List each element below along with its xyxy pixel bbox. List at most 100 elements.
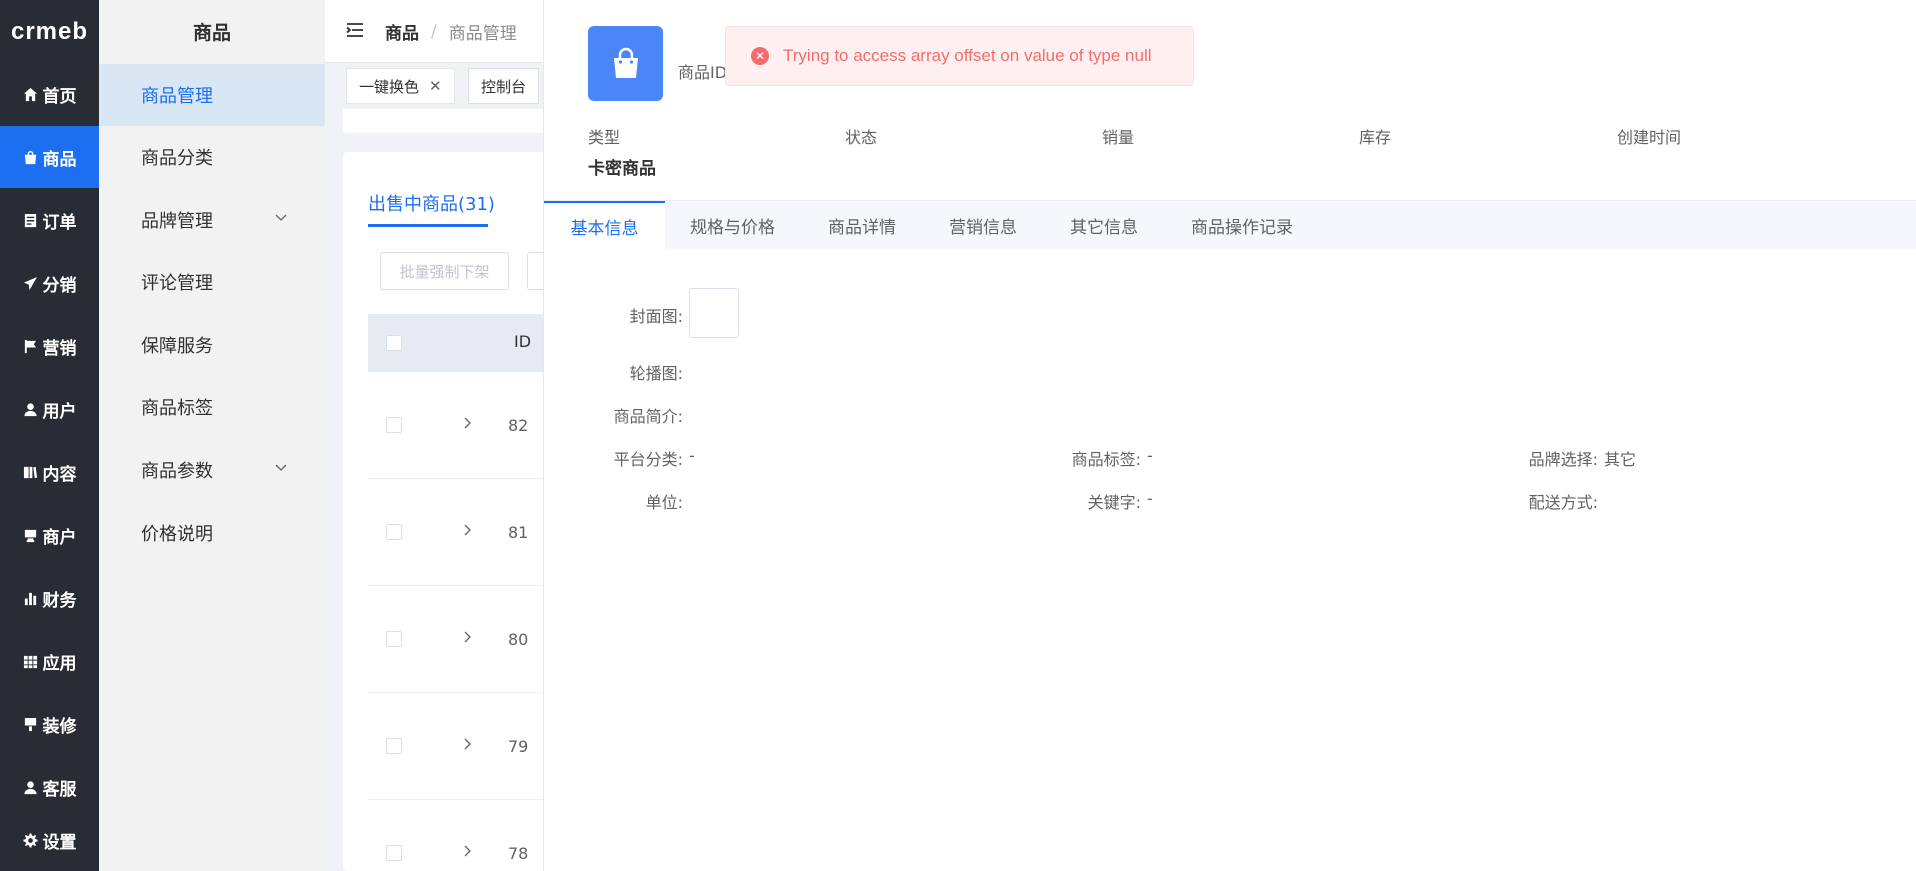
- menu-toggle-icon[interactable]: [346, 21, 364, 39]
- breadcrumb-separator: /: [431, 21, 437, 42]
- rail-label: 营销: [42, 338, 77, 359]
- subnav-title: 商品: [192, 22, 231, 44]
- send-icon: [23, 276, 38, 291]
- grid-icon: [23, 654, 38, 669]
- rail-label: 用户: [42, 401, 77, 422]
- rail-item-marketing[interactable]: 营销: [0, 315, 99, 377]
- platform-category-value: -: [689, 446, 695, 465]
- subnav-item-label: 商品参数: [141, 461, 213, 482]
- tag-label: 控制台: [481, 77, 527, 96]
- main-rail: crmeb 首页 商品 订单 分销 营销 用户 内容 商户 财务 应用 装修 客…: [0, 0, 99, 871]
- subnav-item-guarantee-service[interactable]: 保障服务: [99, 314, 325, 376]
- row-id: 82: [508, 416, 529, 435]
- service-icon: [23, 780, 38, 795]
- tab-basic-info[interactable]: 基本信息: [544, 201, 665, 250]
- book-icon: [23, 465, 38, 480]
- cover-label: 封面图:: [629, 307, 683, 326]
- tag-dashboard[interactable]: 控制台: [468, 68, 540, 104]
- subnav-item-product-management[interactable]: 商品管理: [99, 64, 325, 126]
- cover-image[interactable]: [689, 288, 739, 338]
- expand-chevron-icon[interactable]: [460, 844, 474, 858]
- rail-label: 应用: [42, 653, 77, 674]
- rail-label: 分销: [42, 275, 77, 296]
- subnav-item-label: 评论管理: [141, 273, 213, 294]
- tag-label: 一键换色: [359, 77, 420, 96]
- batch-force-offline-button[interactable]: 批量强制下架: [380, 252, 509, 290]
- tab-other-info[interactable]: 其它信息: [1070, 201, 1138, 250]
- error-toast: ✕ Trying to access array offset on value…: [725, 26, 1194, 86]
- rail-item-users[interactable]: 用户: [0, 378, 99, 440]
- expand-chevron-icon[interactable]: [460, 523, 474, 537]
- product-id-label: 商品ID: [678, 63, 728, 82]
- row-id: 78: [508, 844, 529, 863]
- meta-sales-label: 销量: [1102, 128, 1135, 147]
- expand-chevron-icon[interactable]: [460, 416, 474, 430]
- rail-item-decoration[interactable]: 装修: [0, 693, 99, 755]
- expand-chevron-icon[interactable]: [460, 630, 474, 644]
- brand-label: 品牌选择:: [1528, 450, 1598, 469]
- subnav-item-label: 商品管理: [141, 86, 213, 107]
- rail-label: 订单: [42, 212, 77, 233]
- bag-icon: [23, 150, 38, 165]
- subnav-item-label: 价格说明: [141, 524, 213, 545]
- detail-tabs: 基本信息 规格与价格 商品详情 营销信息 其它信息 商品操作记录: [544, 200, 1916, 250]
- tab-on-sale[interactable]: 出售中商品(31): [368, 190, 495, 216]
- flag-icon: [23, 339, 38, 354]
- subnav-item-price-description[interactable]: 价格说明: [99, 502, 325, 564]
- rail-item-apps[interactable]: 应用: [0, 630, 99, 692]
- product-tags-label: 商品标签:: [1071, 450, 1141, 469]
- subnav-item-review-management[interactable]: 评论管理: [99, 251, 325, 313]
- tab-underline: [368, 224, 488, 227]
- rail-item-home[interactable]: 首页: [0, 63, 99, 125]
- row-checkbox[interactable]: [386, 631, 402, 647]
- product-detail-drawer: 商品ID 类型 状态 销量 库存 创建时间 卡密商品 基本信息 规格与价格 商品…: [543, 0, 1916, 871]
- chevron-down-icon: [275, 214, 287, 221]
- id-column-header: ID: [514, 332, 532, 351]
- keywords-label: 关键字:: [1087, 493, 1141, 512]
- product-thumbnail: [588, 26, 663, 101]
- row-checkbox[interactable]: [386, 417, 402, 433]
- brand-logo[interactable]: crmeb: [0, 0, 99, 63]
- unit-label: 单位:: [645, 493, 683, 512]
- rail-item-merchants[interactable]: 商户: [0, 504, 99, 566]
- subnav-item-product-tags[interactable]: 商品标签: [99, 376, 325, 438]
- rail-item-content[interactable]: 内容: [0, 441, 99, 503]
- rail-item-finance[interactable]: 财务: [0, 567, 99, 629]
- row-id: 81: [508, 523, 529, 542]
- rail-item-distribution[interactable]: 分销: [0, 252, 99, 314]
- tab-product-details[interactable]: 商品详情: [828, 201, 896, 250]
- breadcrumb: 商品 / 商品管理: [385, 0, 517, 63]
- close-icon[interactable]: ✕: [429, 77, 442, 95]
- tab-operation-log[interactable]: 商品操作记录: [1191, 201, 1293, 250]
- rail-label: 内容: [42, 464, 77, 485]
- rail-item-products[interactable]: 商品: [0, 126, 99, 188]
- home-icon: [23, 87, 38, 102]
- rail-item-settings[interactable]: 设置: [0, 809, 99, 871]
- select-all-checkbox[interactable]: [386, 335, 402, 351]
- breadcrumb-item[interactable]: 商品: [385, 19, 419, 44]
- tab-marketing-info[interactable]: 营销信息: [949, 201, 1017, 250]
- rail-item-orders[interactable]: 订单: [0, 189, 99, 251]
- subnav-item-product-params[interactable]: 商品参数: [99, 439, 325, 501]
- rail-label: 财务: [42, 590, 77, 611]
- subnav-item-label: 商品标签: [141, 398, 213, 419]
- subnav-item-label: 商品分类: [141, 148, 213, 169]
- subnav-item-brand-management[interactable]: 品牌管理: [99, 189, 325, 251]
- expand-chevron-icon[interactable]: [460, 737, 474, 751]
- subnav-item-product-category[interactable]: 商品分类: [99, 126, 325, 188]
- brand-value: 其它: [1604, 450, 1637, 469]
- app-root: crmeb 首页 商品 订单 分销 营销 用户 内容 商户 财务 应用 装修 客…: [0, 0, 1916, 871]
- meta-created-label: 创建时间: [1617, 128, 1682, 147]
- tab-spec-price[interactable]: 规格与价格: [690, 201, 775, 250]
- intro-label: 商品简介:: [613, 407, 683, 426]
- error-icon: ✕: [751, 47, 769, 65]
- secondary-sidebar: 商品 商品管理 商品分类 品牌管理 评论管理 保障服务 商品标签 商品参数 价格…: [99, 0, 325, 871]
- row-checkbox[interactable]: [386, 524, 402, 540]
- row-id: 79: [508, 737, 529, 756]
- meta-status-label: 状态: [845, 128, 878, 147]
- row-checkbox[interactable]: [386, 738, 402, 754]
- rail-label: 商品: [42, 149, 77, 170]
- tag-one-click-color[interactable]: 一键换色 ✕: [346, 68, 455, 104]
- store-icon: [23, 528, 38, 543]
- row-checkbox[interactable]: [386, 845, 402, 861]
